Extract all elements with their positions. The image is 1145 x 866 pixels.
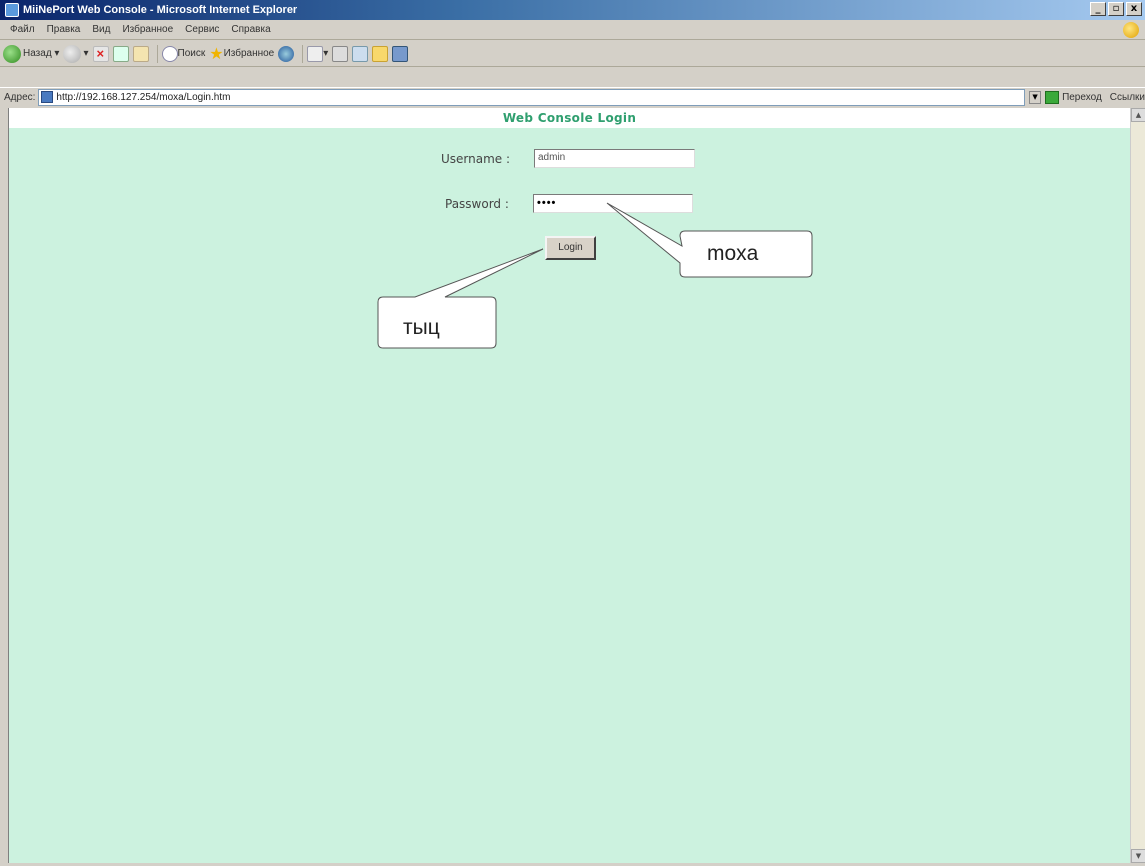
button-callout-text: тыц [403, 316, 440, 339]
password-callout-text: moxa [707, 242, 759, 265]
callout-overlay [377, 202, 813, 349]
